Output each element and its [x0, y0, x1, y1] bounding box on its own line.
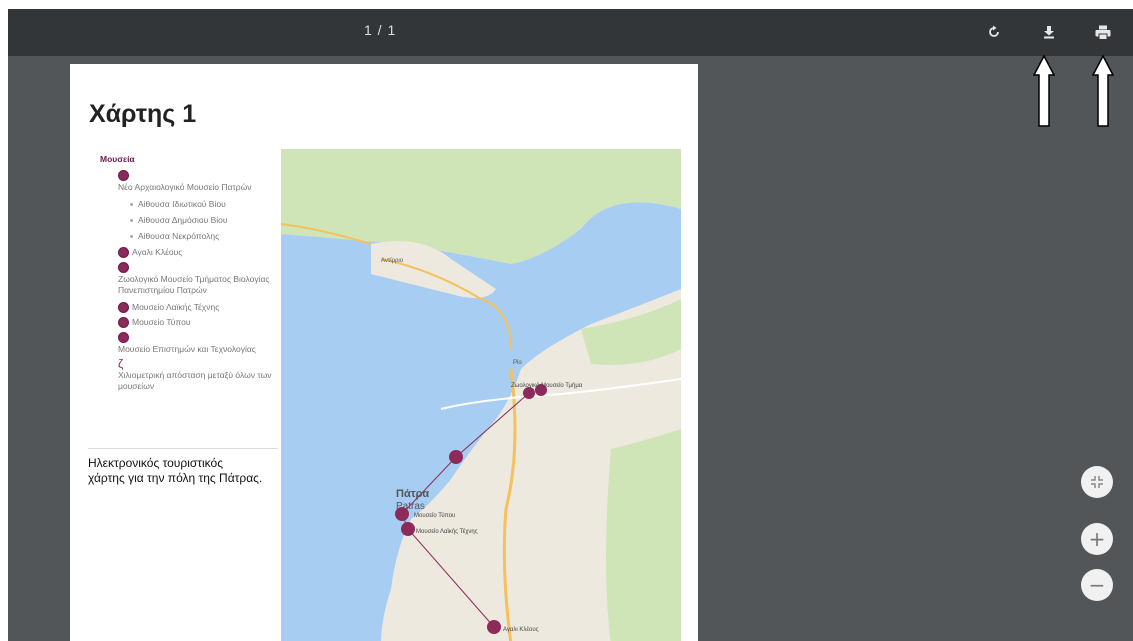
rotate-button[interactable] [981, 19, 1007, 45]
pdf-viewer: 1 / 1 Χάρτης 1 Μουσεία Νέο Αρχαιολογικό … [8, 9, 1133, 641]
map-description: Ηλεκτρονικός τουριστικός χάρτης για την … [88, 456, 263, 485]
svg-text:Ρίο: Ρίο [513, 360, 522, 366]
map-legend: Μουσεία Νέο Αρχαιολογικό Μουσείο Πατρών … [100, 154, 280, 392]
legend-item: Μουσείο Λαϊκής Τέχνης [118, 302, 280, 313]
museum-pin-icon [118, 262, 129, 273]
rotate-icon [989, 25, 999, 37]
legend-item: Μουσείο Επιστημών και Τεχνολογίας [118, 344, 256, 354]
legend-header: Μουσεία [100, 154, 135, 164]
print-button[interactable] [1090, 19, 1116, 45]
page-title: Χάρτης 1 [89, 100, 197, 128]
legend-item: Μουσείο Τύπου [118, 317, 280, 328]
distance-line-icon: ζ [118, 357, 124, 371]
legend-item: Ζωολογικό Μουσείο Τμήματος Βιολογίας Παν… [118, 274, 270, 295]
legend-subitem: Αίθουσα Δημόσιου Βίου [130, 215, 280, 226]
svg-text:Αντίρριο: Αντίρριο [381, 258, 404, 264]
viewer-toolbar: 1 / 1 [8, 9, 1133, 56]
svg-text:Μουσείο Λαϊκής Τέχνης: Μουσείο Λαϊκής Τέχνης [416, 528, 478, 535]
legend-item: Χιλιομετρική απόσταση μεταξύ όλων των μο… [118, 370, 272, 391]
legend-item: Νέο Αρχαιολογικό Μουσείο Πατρών [118, 182, 252, 192]
svg-text:Πάτρα: Πάτρα [396, 488, 429, 500]
svg-text:Ζωολογικό Μουσείο Τμήμα: Ζωολογικό Μουσείο Τμήμα [511, 382, 583, 389]
city-map: Πάτρα Patras Μουσείο Τύπου Μουσείο Λαϊκή… [281, 149, 681, 641]
bullet-icon [130, 219, 133, 222]
svg-text:Αγαλι Κλέους: Αγαλι Κλέους [503, 626, 539, 633]
museum-pin-icon [118, 302, 129, 313]
fit-page-icon [1091, 476, 1103, 488]
zoom-out-button[interactable]: − [1081, 569, 1113, 601]
legend-subitem: Αίθουσα Ιδιωτικού Βίου [130, 199, 280, 210]
zoom-in-button[interactable]: + [1081, 523, 1113, 555]
up-arrow-annotation [1033, 55, 1055, 127]
legend-item: Αγαλι Κλέους [118, 247, 280, 258]
pdf-page: Χάρτης 1 Μουσεία Νέο Αρχαιολογικό Μουσεί… [70, 64, 698, 641]
museum-pin-icon [118, 332, 129, 343]
bullet-icon [130, 235, 133, 238]
svg-text:Patras: Patras [396, 501, 425, 512]
legend-divider [88, 448, 278, 449]
svg-text:Μουσείο Τύπου: Μουσείο Τύπου [414, 513, 455, 519]
page-counter: 1 / 1 [364, 22, 397, 38]
print-icon [1095, 25, 1111, 40]
download-icon [1044, 26, 1054, 39]
museum-pin-icon [118, 317, 129, 328]
bullet-icon [130, 203, 133, 206]
museum-pin-icon [118, 247, 129, 258]
museum-pin-icon [118, 170, 129, 181]
legend-subitem: Αίθουσα Νεκρόπολης [130, 231, 280, 242]
up-arrow-annotation [1092, 55, 1114, 127]
download-button[interactable] [1036, 19, 1062, 45]
fit-page-button[interactable] [1081, 466, 1113, 498]
